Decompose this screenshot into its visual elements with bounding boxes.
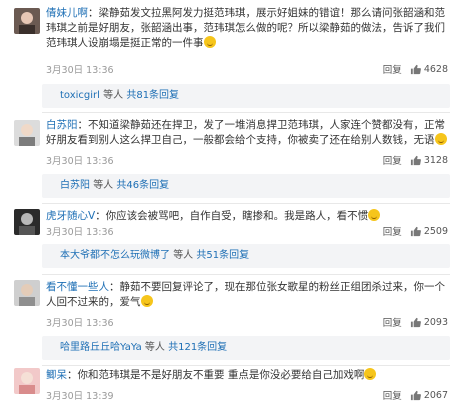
comment-time: 3月30日 13:36: [46, 156, 114, 167]
reply-button[interactable]: 回复: [383, 62, 402, 76]
reply-button[interactable]: 回复: [383, 388, 402, 402]
like-button[interactable]: 2509: [410, 226, 448, 237]
like-button[interactable]: 3128: [410, 155, 448, 166]
like-count: 2093: [423, 316, 448, 328]
reply-button[interactable]: 回复: [383, 153, 402, 167]
comment-username[interactable]: 虎牙随心V: [46, 210, 95, 222]
divider: [42, 112, 450, 113]
comment-item: 看不懂一些人：静茹不要回复评论了，现在那位张女歌星的粉丝正组团杀过来，你一个人回…: [0, 280, 460, 310]
sub-reply-mid: 等人: [93, 180, 114, 191]
comment-meta: 3月30日 13:36 回复 3128: [0, 153, 460, 168]
like-button[interactable]: 2093: [410, 317, 448, 328]
comment-meta: 3月30日 13:36 回复 4628: [0, 62, 460, 77]
comment-actions: 回复 2067: [383, 388, 448, 403]
comment-actions: 回复 2509: [383, 224, 448, 239]
sub-reply-user[interactable]: 哈里路丘丘哈YaYa: [60, 342, 142, 353]
thumbs-up-icon: [410, 390, 421, 401]
sub-reply-mid: 等人: [144, 342, 165, 353]
avatar[interactable]: [14, 120, 40, 146]
sub-reply-link[interactable]: 共81条回复: [126, 90, 179, 101]
like-count: 2067: [423, 389, 448, 401]
sub-reply-link[interactable]: 共46条回复: [116, 180, 169, 191]
comment-time: 3月30日 13:36: [46, 227, 114, 238]
avatar[interactable]: [14, 280, 40, 306]
like-count: 2509: [423, 225, 448, 237]
like-count: 3128: [423, 154, 448, 166]
comment-item: 鲫呆：你和范玮琪是不是好朋友不重要 重点是你没必要给自己加戏啊: [0, 368, 460, 394]
comment-item: 白苏阳：不知道梁静茹还在捍卫，发了一堆消息捍卫范玮琪，人家连个赞都没有，正常好朋…: [0, 118, 460, 148]
comment-username[interactable]: 鲫呆: [46, 369, 67, 381]
comment-meta: 3月30日 13:36 回复 2509: [0, 224, 460, 239]
angry-emoji-icon: [140, 295, 153, 307]
sub-reply-mid: 等人: [173, 250, 194, 261]
comment-username[interactable]: 倩妹儿啊: [46, 7, 88, 19]
sweat-emoji-icon: [434, 133, 447, 145]
comment-text: 鲫呆：你和范玮琪是不是好朋友不重要 重点是你没必要给自己加戏啊: [46, 368, 460, 383]
sub-reply-link[interactable]: 共121条回复: [168, 342, 227, 353]
like-count: 4628: [423, 63, 448, 75]
comment-body: ：梁静茹发文拉黑阿发力挺范玮琪，展示好姐妹的错谊！那么请问张韶涵和范玮琪之前是好…: [46, 7, 445, 49]
comment-username[interactable]: 看不懂一些人: [46, 281, 109, 293]
sub-reply-link[interactable]: 共51条回复: [196, 250, 249, 261]
comment-time: 3月30日 13:39: [46, 391, 114, 402]
comment-actions: 回复 3128: [383, 153, 448, 168]
thumbs-up-icon: [410, 64, 421, 75]
thumbs-up-icon: [410, 317, 421, 328]
comment-username[interactable]: 白苏阳: [46, 119, 78, 131]
avatar[interactable]: [14, 8, 40, 34]
smile-emoji-icon: [203, 36, 216, 48]
sub-replies[interactable]: toxicgirl 等人 共81条回复: [42, 84, 450, 108]
blush-emoji-icon: [364, 368, 377, 380]
thumbs-up-icon: [410, 226, 421, 237]
divider: [42, 203, 450, 204]
comment-text: 倩妹儿啊：梁静茹发文拉黑阿发力挺范玮琪，展示好姐妹的错谊！那么请问张韶涵和范玮琪…: [46, 6, 460, 51]
sub-replies[interactable]: 白苏阳 等人 共46条回复: [42, 174, 450, 198]
sub-replies[interactable]: 本大爷都不怎么玩微博了 等人 共51条回复: [42, 244, 450, 268]
sub-reply-user[interactable]: toxicgirl: [60, 90, 100, 101]
divider: [42, 365, 450, 366]
sub-replies[interactable]: 哈里路丘丘哈YaYa 等人 共121条回复: [42, 336, 450, 360]
sub-reply-user[interactable]: 白苏阳: [60, 180, 90, 191]
comment-time: 3月30日 13:36: [46, 318, 114, 329]
thumbs-up-icon: [410, 155, 421, 166]
comment-time: 3月30日 13:36: [46, 65, 114, 76]
comment-body: ：你和范玮琪是不是好朋友不重要 重点是你没必要给自己加戏啊: [67, 369, 365, 381]
comment-actions: 回复 2093: [383, 315, 448, 330]
comment-item: 倩妹儿啊：梁静茹发文拉黑阿发力挺范玮琪，展示好姐妹的错谊！那么请问张韶涵和范玮琪…: [0, 6, 460, 51]
comment-text: 虎牙随心V：你应该会被骂吧，自作自受，瞎掺和。我是路人，看不惯: [46, 209, 460, 224]
comment-body: ：不知道梁静茹还在捍卫，发了一堆消息捍卫范玮琪，人家连个赞都没有，正常好朋友看到…: [46, 119, 445, 146]
comment-meta: 3月30日 13:36 回复 2093: [0, 315, 460, 330]
comment-text: 白苏阳：不知道梁静茹还在捍卫，发了一堆消息捍卫范玮琪，人家连个赞都没有，正常好朋…: [46, 118, 460, 148]
comment-item: 虎牙随心V：你应该会被骂吧，自作自受，瞎掺和。我是路人，看不惯: [0, 209, 460, 235]
divider: [42, 274, 450, 275]
comment-meta: 3月30日 13:39 回复 2067: [0, 388, 460, 403]
reply-button[interactable]: 回复: [383, 315, 402, 329]
comment-actions: 回复 4628: [383, 62, 448, 77]
sub-reply-user[interactable]: 本大爷都不怎么玩微博了: [60, 250, 170, 261]
like-button[interactable]: 2067: [410, 390, 448, 401]
yawn-emoji-icon: [368, 209, 381, 221]
sub-reply-mid: 等人: [103, 90, 124, 101]
reply-button[interactable]: 回复: [383, 224, 402, 238]
comment-text: 看不懂一些人：静茹不要回复评论了，现在那位张女歌星的粉丝正组团杀过来，你一个人回…: [46, 280, 460, 310]
like-button[interactable]: 4628: [410, 64, 448, 75]
comment-body: ：你应该会被骂吧，自作自受，瞎掺和。我是路人，看不惯: [95, 210, 369, 222]
